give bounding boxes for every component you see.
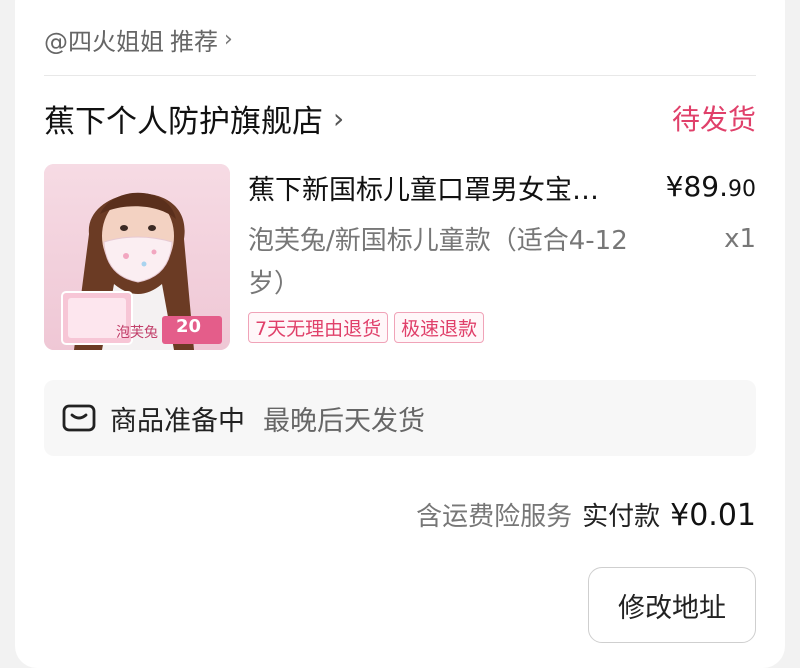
chevron-right-icon: › bbox=[333, 101, 345, 135]
prep-status-title: 商品准备中 bbox=[110, 405, 245, 437]
service-tags: 7天无理由退货 极速退款 bbox=[248, 312, 485, 343]
paid-label: 实付款 bbox=[582, 502, 661, 532]
shipping-status-box: 商品准备中 最晚后天发货 bbox=[44, 380, 756, 456]
recommendation-action: 推荐 bbox=[170, 28, 218, 56]
payment-summary: 含运费险服务 实付款 ¥0.01 bbox=[416, 496, 756, 533]
product-spec: 泡芙兔/新国标儿童款（适合4-12岁） bbox=[248, 226, 628, 299]
paid-amount: ¥0.01 bbox=[670, 498, 756, 533]
product-quantity: x1 bbox=[724, 224, 756, 254]
shop-name: 蕉下个人防护旗舰店 bbox=[44, 103, 323, 140]
tag-7-day-return: 7天无理由退货 bbox=[248, 312, 389, 343]
modify-address-button[interactable]: 修改地址 bbox=[588, 567, 756, 643]
price-main: 89. bbox=[683, 170, 728, 203]
product-price: ¥89.90 bbox=[666, 170, 756, 203]
recommendation-row[interactable]: @四火姐姐 推荐 › bbox=[44, 22, 233, 57]
thumbnail-badge-label: 泡芙兔 bbox=[116, 325, 158, 341]
product-title[interactable]: 蕉下新国标儿童口罩男女宝… bbox=[248, 168, 648, 207]
shop-header: 蕉下个人防护旗舰店 › 待发货 bbox=[44, 96, 756, 140]
divider bbox=[44, 75, 756, 76]
prep-status-note: 最晚后天发货 bbox=[263, 405, 425, 437]
price-cents: 90 bbox=[728, 177, 756, 202]
chevron-right-icon: › bbox=[224, 27, 233, 52]
order-status: 待发货 bbox=[671, 103, 756, 136]
thumbnail-badge-count: 20 bbox=[176, 316, 202, 337]
recommender-name: @四火姐姐 bbox=[44, 28, 164, 56]
tag-fast-refund: 极速退款 bbox=[394, 312, 485, 343]
price-symbol: ¥ bbox=[665, 170, 684, 203]
shipping-insurance-label: 含运费险服务 bbox=[416, 502, 573, 532]
package-box-icon bbox=[62, 404, 96, 432]
product-thumbnail[interactable]: 泡芙兔 20 bbox=[44, 164, 230, 350]
shop-link[interactable]: 蕉下个人防护旗舰店 › bbox=[44, 96, 344, 141]
